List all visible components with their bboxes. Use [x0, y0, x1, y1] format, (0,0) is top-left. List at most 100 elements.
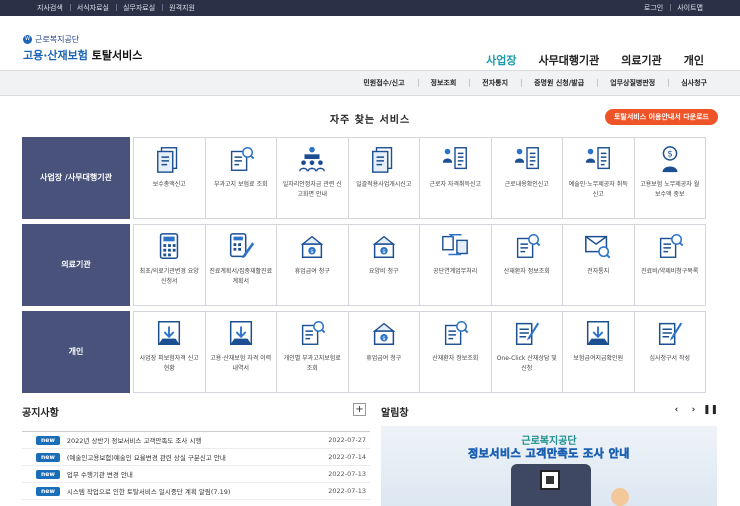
pause-icon[interactable]: ❚❚ — [703, 403, 718, 416]
service-tile[interactable]: 사업장 피보험자격 신고현황 — [133, 311, 206, 393]
alarm-title: 알림창 — [381, 408, 409, 419]
notice-text[interactable]: 업무 수행기관 변경 안내 — [67, 469, 322, 479]
service-tile-label: 산재환자 정보조회 — [503, 268, 550, 275]
service-tile-label: 일자리안정자금 관련 신고화면 안내 — [282, 181, 342, 198]
utility-links-left: 지사검색 서식자료실 실무자료실 원격지원 — [30, 3, 202, 13]
prev-arrow-icon[interactable]: ‹ — [670, 403, 683, 416]
logo-mark-icon: W — [23, 35, 32, 44]
site-header: W 근로복지공단 고용·산재보험 토탈서비스 사업장 사무대행기관 의료기관 개인 — [0, 16, 740, 70]
service-tile[interactable]: $ 휴업급여 청구 — [347, 311, 420, 393]
service-tile[interactable]: 부과고지 보험료 조회 — [204, 137, 277, 219]
money-box-icon: $ — [369, 231, 399, 261]
coin-person-icon: $ — [655, 144, 685, 174]
main-nav-item[interactable]: 개인 — [684, 52, 704, 68]
service-row: 개인 사업장 피보험자격 신고현황 고용·산재보험 자격 이력 내역서 개인별 부과고… — [22, 311, 706, 393]
sub-nav-item[interactable]: 민원접수/신고 — [350, 78, 417, 88]
service-tile-label: 공단연계업무처리 — [433, 268, 478, 275]
row-label-text: 개인 — [68, 347, 84, 356]
service-tile[interactable]: 보수총액신고 — [133, 137, 206, 219]
service-tile-label: 개인별 부과고지보험료 조회 — [283, 355, 341, 372]
service-tile-label: 일괄적용사업개시신고 — [356, 181, 412, 188]
utility-link[interactable]: 원격지원 — [162, 3, 202, 13]
service-tile[interactable]: 심사청구서 작성 — [633, 311, 706, 393]
sub-nav-item[interactable]: 정보조회 — [417, 78, 470, 88]
notice-item[interactable]: new 업무 수행기관 변경 안내 2022-07-13 — [22, 466, 370, 483]
service-tile[interactable]: 산재환자 정보조회 — [490, 224, 563, 306]
utility-link[interactable]: 로그인 — [637, 3, 670, 13]
service-tile[interactable]: 개인별 부과고지보험료 조회 — [276, 311, 349, 393]
service-tile[interactable]: 예술인·노무제공자 취득신고 — [562, 137, 635, 219]
document-search-icon — [297, 318, 327, 348]
notice-date: 2022-07-13 — [328, 487, 366, 495]
bottom-area: 공지사항 + new 2022년 상반기 정보서비스 고객만족도 조사 시행 202… — [0, 403, 740, 506]
notice-item[interactable]: new 시스템 작업으로 인한 토탈서비스 일시중단 계획 알림(7.19) 202… — [22, 483, 370, 500]
svg-text:$: $ — [382, 336, 386, 342]
calculator-pen-icon — [226, 231, 256, 261]
service-row: 의료기관 최초/의료기관변경 요양신청서 진료계획서/집중재활진료계획서 $ 휴업급여 … — [22, 224, 706, 306]
service-tile[interactable]: $ 고용보험 노무제공자 월보수액 중보 — [633, 137, 706, 219]
utility-link[interactable]: 실무자료실 — [115, 3, 162, 13]
sub-nav-item[interactable]: 증명원 신청/발급 — [521, 78, 597, 88]
people-list-icon — [583, 144, 613, 174]
sub-nav-item[interactable]: 전자통지 — [469, 78, 521, 88]
notice-text[interactable]: (예술인고용보험)예술인 요율변경 관련 상실 구분신고 안내 — [67, 452, 322, 462]
svg-text:$: $ — [382, 249, 386, 255]
next-arrow-icon[interactable]: › — [687, 403, 700, 416]
alarm-panel: 알림창 ‹ › ❚❚ 근로복지공단 정보서비스 고객만족도 조사 안내 — [381, 403, 718, 506]
pen-document-icon — [655, 318, 685, 348]
service-tile-label: 휴업급여 청구 — [366, 355, 402, 362]
notice-title: 공지사항 — [22, 408, 59, 419]
service-tile[interactable]: 보험급여지급확인원 — [562, 311, 635, 393]
service-tile[interactable]: 공단연계업무처리 — [419, 224, 492, 306]
document-search-icon — [655, 231, 685, 261]
folder-download-icon — [226, 318, 256, 348]
site-logo[interactable]: W 근로복지공단 고용·산재보험 토탈서비스 — [23, 34, 142, 63]
transfer-icon — [440, 231, 470, 261]
service-row-label: 사업장 / 사무대행기관 — [22, 137, 130, 219]
service-tile[interactable]: 고용·산재보험 자격 이력 내역서 — [204, 311, 277, 393]
service-tile[interactable]: $ 요양비 청구 — [347, 224, 420, 306]
meeting-people-icon — [297, 144, 327, 174]
notice-text[interactable]: 시스템 작업으로 인한 토탈서비스 일시중단 계획 알림(7.19) — [67, 486, 322, 496]
guide-download-button[interactable]: 토탈서비스 이용안내서 다운로드 — [604, 109, 718, 125]
alarm-banner[interactable]: 근로복지공단 정보서비스 고객만족도 조사 안내 — [381, 426, 717, 506]
notice-search-icon — [583, 231, 613, 261]
folder-download-icon — [154, 318, 184, 348]
utility-link[interactable]: 사이트맵 — [670, 3, 710, 13]
sub-nav-item[interactable]: 심사청구 — [668, 78, 720, 88]
service-tile[interactable]: 최초/의료기관변경 요양신청서 — [133, 224, 206, 306]
pen-document-icon — [512, 318, 542, 348]
sub-nav: 민원접수/신고 정보조회 전자통지 증명원 신청/발급 업무상질병판정 심사청구 — [0, 70, 740, 96]
service-tile[interactable]: 근로자 자격취득신고 — [419, 137, 492, 219]
notice-more-button[interactable]: + — [353, 403, 366, 416]
service-tile-label: 진료계획서/집중재활진료계획서 — [209, 268, 273, 285]
service-tile[interactable]: 전자통지 — [562, 224, 635, 306]
service-tile[interactable]: 산재환자 정보조회 — [419, 311, 492, 393]
new-badge: new — [36, 435, 60, 445]
row-label-text: 사업장 / — [40, 173, 68, 182]
service-tile[interactable]: 일괄적용사업개시신고 — [347, 137, 420, 219]
people-list-icon — [440, 144, 470, 174]
service-tile[interactable]: 진료비/약제비청구목록 — [633, 224, 706, 306]
qr-code-icon — [540, 470, 560, 490]
service-tile[interactable]: 일자리안정자금 관련 신고화면 안내 — [276, 137, 349, 219]
main-nav-item[interactable]: 사무대행기관 — [539, 52, 600, 68]
notice-text[interactable]: 2022년 상반기 정보서비스 고객만족도 조사 시행 — [67, 435, 322, 445]
service-tile-label: 최초/의료기관변경 요양신청서 — [139, 268, 199, 285]
notice-item[interactable]: new (예술인고용보험)예술인 요율변경 관련 상실 구분신고 안내 2022-0… — [22, 449, 370, 466]
money-box-icon: $ — [297, 231, 327, 261]
main-nav-item[interactable]: 사업장 — [486, 52, 516, 68]
logo-service-b: 토탈서비스 — [91, 49, 143, 62]
notice-item[interactable]: new 2022년 상반기 정보서비스 고객만족도 조사 시행 2022-07-27 — [22, 432, 370, 449]
main-nav-item[interactable]: 의료기관 — [621, 52, 661, 68]
service-tile[interactable]: $ 휴업급여 청구 — [276, 224, 349, 306]
service-tile[interactable]: 근로내용확인신고 — [490, 137, 563, 219]
utility-link[interactable]: 지사검색 — [30, 3, 70, 13]
service-tile[interactable]: 진료계획서/집중재활진료계획서 — [204, 224, 277, 306]
service-tile[interactable]: One-Click 산재상담 및 신청 — [490, 311, 563, 393]
logo-service-a: 고용·산재보험 — [23, 49, 88, 62]
service-tile-label: 근로자 자격취득신고 — [429, 181, 482, 188]
utility-link[interactable]: 서식자료실 — [69, 3, 116, 13]
banner-title: 정보서비스 고객만족도 조사 안내 — [468, 447, 630, 461]
sub-nav-item[interactable]: 업무상질병판정 — [597, 78, 668, 88]
